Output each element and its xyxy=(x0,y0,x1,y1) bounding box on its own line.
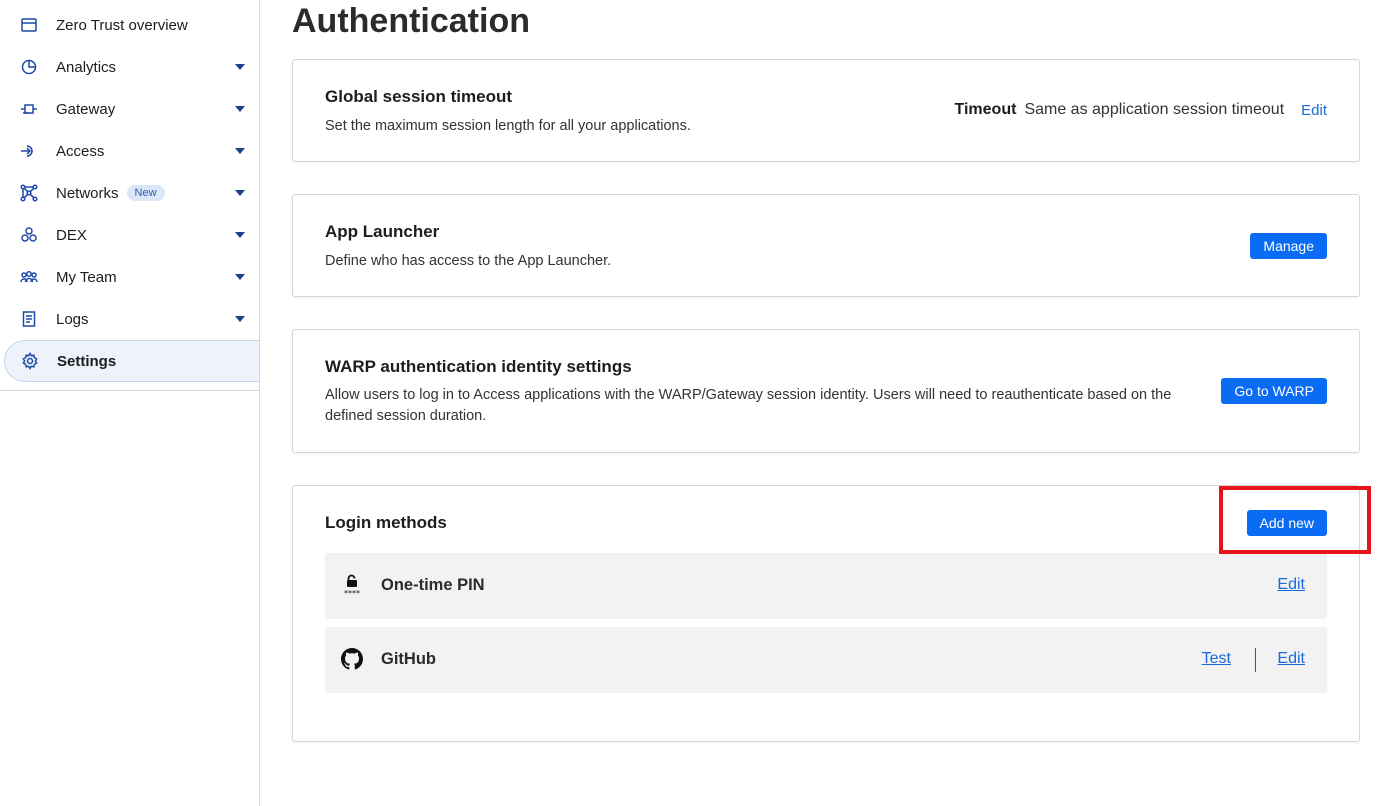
edit-timeout-link[interactable]: Edit xyxy=(1301,102,1327,119)
browser-window-icon xyxy=(18,14,40,36)
card-title: WARP authentication identity settings xyxy=(325,357,632,376)
sidebar-item-label: Settings xyxy=(57,352,117,370)
chevron-down-icon[interactable] xyxy=(235,232,245,238)
test-github-link[interactable]: Test xyxy=(1202,650,1231,668)
sidebar-divider xyxy=(0,390,259,391)
chevron-down-icon[interactable] xyxy=(235,190,245,196)
edit-otp-link[interactable]: Edit xyxy=(1277,576,1305,594)
timeout-label: Timeout xyxy=(954,101,1017,118)
sidebar-item-label: Analytics xyxy=(56,58,117,76)
warp-auth-card: WARP authentication identity settings Al… xyxy=(292,329,1360,453)
card-description: Set the maximum session length for all y… xyxy=(325,118,691,134)
chevron-down-icon[interactable] xyxy=(235,316,245,322)
sidebar-item-zero-trust-overview[interactable]: Zero Trust overview xyxy=(0,4,259,46)
access-icon xyxy=(18,140,40,162)
edit-github-link[interactable]: Edit xyxy=(1277,650,1305,668)
go-to-warp-button[interactable]: Go to WARP xyxy=(1221,378,1327,404)
pie-chart-icon xyxy=(18,56,40,78)
sidebar-item-label: Gateway xyxy=(56,100,116,118)
sidebar-nav: Zero Trust overview Analytics Gateway Ac… xyxy=(0,4,259,382)
lock-pin-icon: **** xyxy=(339,571,365,599)
link-divider xyxy=(1255,648,1256,672)
chevron-down-icon[interactable] xyxy=(235,274,245,280)
manage-button[interactable]: Manage xyxy=(1250,233,1327,259)
sidebar-item-logs[interactable]: Logs xyxy=(0,298,259,340)
logs-icon xyxy=(18,308,40,330)
card-title: Login methods xyxy=(325,513,447,532)
sidebar-item-label: Access xyxy=(56,142,105,160)
session-timeout-card: Global session timeout Set the maximum s… xyxy=(292,59,1360,162)
sidebar-item-my-team[interactable]: My Team xyxy=(0,256,259,298)
timeout-setting: Timeout Same as application session time… xyxy=(955,101,1328,119)
sidebar-item-analytics[interactable]: Analytics xyxy=(0,46,259,88)
sidebar-item-label: My Team xyxy=(56,268,117,286)
sidebar-item-label: Zero Trust overview xyxy=(56,16,188,34)
new-badge: New xyxy=(126,185,165,201)
page-title: Authentication xyxy=(292,2,530,40)
gateway-icon xyxy=(18,98,40,120)
login-methods-card: Login methods Add new **** One-time PIN … xyxy=(292,485,1360,742)
login-method-name: One-time PIN xyxy=(381,576,485,594)
sidebar-item-access[interactable]: Access xyxy=(0,130,259,172)
chevron-down-icon[interactable] xyxy=(235,148,245,154)
timeout-value: Same as application session timeout xyxy=(1024,101,1285,118)
card-description: Allow users to log in to Access applicat… xyxy=(325,387,1172,424)
card-title: App Launcher xyxy=(325,222,440,241)
sidebar-item-label: Networks xyxy=(56,184,119,202)
github-icon xyxy=(339,645,365,673)
add-new-button[interactable]: Add new xyxy=(1246,510,1327,536)
network-icon xyxy=(18,182,40,204)
login-method-row: **** One-time PIN Edit xyxy=(325,553,1327,619)
app-launcher-card: App Launcher Define who has access to th… xyxy=(292,194,1360,297)
sidebar-item-networks[interactable]: Networks New xyxy=(0,172,259,214)
dex-icon xyxy=(18,224,40,246)
chevron-down-icon[interactable] xyxy=(235,106,245,112)
sidebar-item-label: DEX xyxy=(56,226,87,244)
sidebar-item-settings[interactable]: Settings xyxy=(4,340,259,382)
login-method-name: GitHub xyxy=(381,650,436,668)
sidebar-item-gateway[interactable]: Gateway xyxy=(0,88,259,130)
team-icon xyxy=(18,266,40,288)
card-description: Define who has access to the App Launche… xyxy=(325,253,612,269)
gear-icon xyxy=(19,350,41,372)
card-title: Global session timeout xyxy=(325,87,513,106)
login-method-row: GitHub Test Edit xyxy=(325,627,1327,693)
sidebar-item-label: Logs xyxy=(56,310,89,328)
chevron-down-icon[interactable] xyxy=(235,64,245,70)
svg-text:****: **** xyxy=(344,589,360,598)
sidebar-item-dex[interactable]: DEX xyxy=(0,214,259,256)
sidebar: Zero Trust overview Analytics Gateway Ac… xyxy=(0,0,260,806)
